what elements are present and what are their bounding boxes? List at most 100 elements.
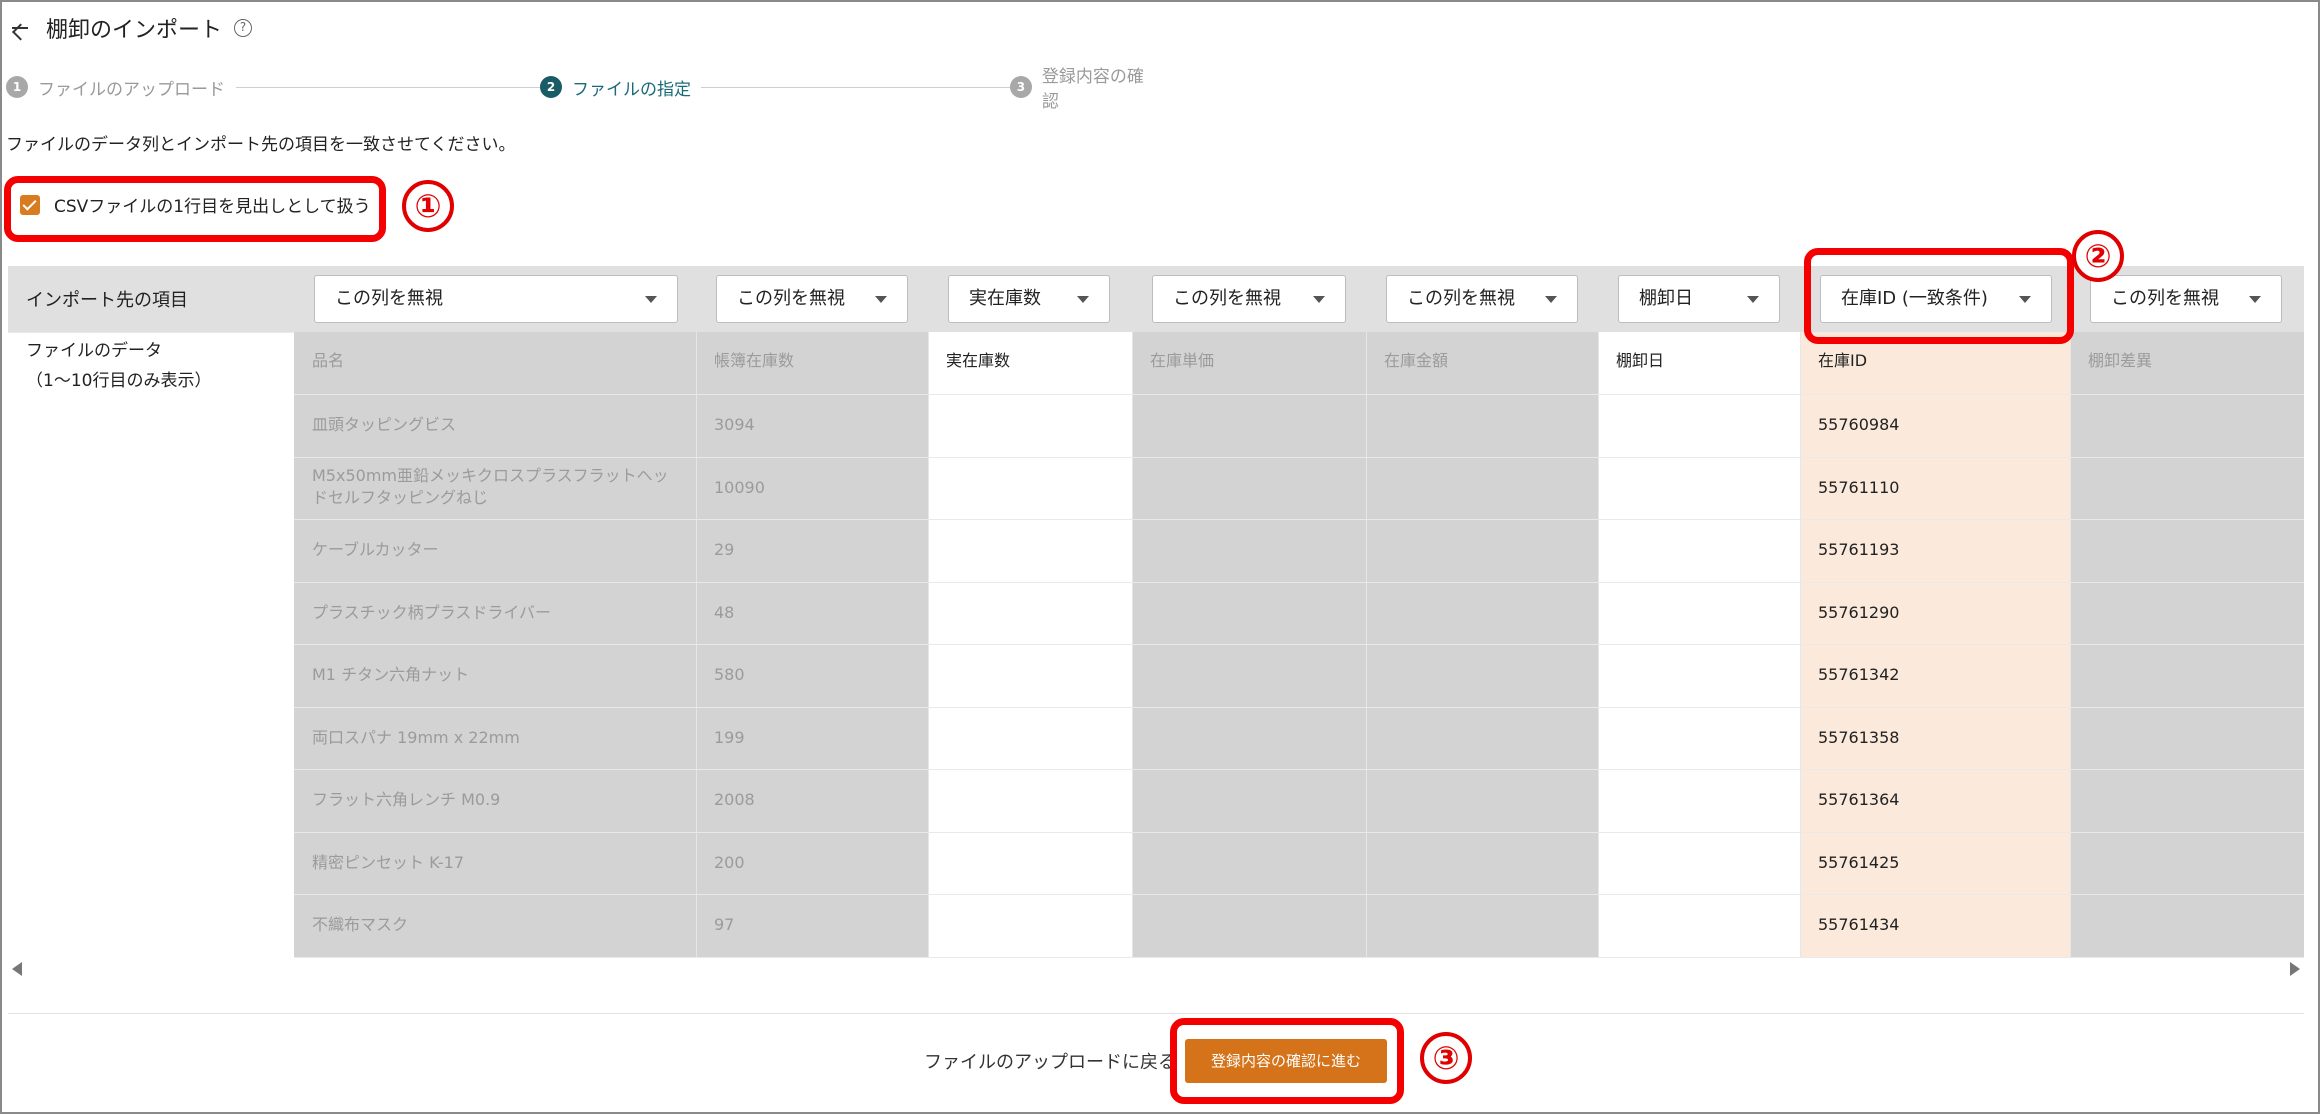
table-cell: 55760984: [1818, 415, 1900, 434]
column-header-cell: 棚卸差異: [2088, 351, 2153, 370]
file-data-label-column: ファイルのデータ （1〜10行目のみ表示）: [8, 332, 294, 958]
table-cell: 55761434: [1818, 915, 1900, 934]
dropdown-caret-icon: [1545, 296, 1557, 303]
row-divider: [294, 769, 2304, 770]
row-divider: [8, 332, 294, 333]
help-icon[interactable]: ?: [234, 19, 253, 37]
table-cell: 3094: [714, 415, 755, 434]
step-label: 登録内容の確認: [1041, 67, 1144, 112]
page-title: 棚卸のインポート: [46, 18, 223, 43]
annotation-number-3: ③: [1420, 1032, 1472, 1084]
step-number: 1: [6, 76, 28, 98]
table-cell: 48: [714, 602, 735, 622]
column-divider: [1800, 332, 1801, 958]
table-cell: 55761364: [1818, 790, 1900, 809]
column-header-cell: 実在庫数: [946, 351, 1011, 370]
annotation-box-2: [1804, 248, 2074, 344]
page-header: 棚卸のインポート ?: [8, 10, 253, 46]
dropdown-caret-icon: [2249, 296, 2261, 303]
data-column: 帳簿在庫数 3094 10090 29 48 580 199 2008 200 97: [696, 332, 928, 958]
data-column: 実在庫数: [928, 332, 1132, 958]
table-cell: M5x50mm亜鉛メッキクロスプラスフラットヘッドセルフタッピングねじ: [312, 465, 669, 507]
column-mapping-select[interactable]: この列を無視: [2090, 275, 2282, 323]
dropdown-caret-icon: [1747, 296, 1759, 303]
table-cell: M1 チタン六角ナット: [312, 665, 470, 684]
row-divider: [294, 831, 2304, 833]
row-divider: [294, 394, 2304, 395]
scroll-left-arrow-icon[interactable]: [12, 962, 22, 976]
step-confirm: 3 登録内容の確認: [1010, 67, 1170, 112]
column-header-cell: 在庫単価: [1150, 351, 1215, 370]
table-cell: 不織布マスク: [312, 915, 409, 934]
table-cell: 580: [714, 665, 745, 684]
back-to-upload-link[interactable]: ファイルのアップロードに戻る: [924, 1048, 1176, 1074]
back-arrow-icon[interactable]: [8, 14, 36, 42]
file-data-title: ファイルのデータ: [26, 341, 162, 361]
data-column: 在庫ID 55760984 55761110 55761193 55761290 5576…: [1800, 332, 2070, 958]
table-cell: 55761290: [1818, 602, 1900, 622]
row-divider: [294, 644, 2304, 645]
row-divider: [294, 894, 2304, 895]
table-cell: フラット六角レンチ M0.9: [312, 790, 501, 809]
select-value: 棚卸日: [1639, 288, 1693, 309]
step-label: ファイルの指定: [572, 79, 691, 100]
select-value: この列を無視: [737, 288, 845, 309]
table-cell: 55761110: [1818, 477, 1900, 497]
window-frame: 棚卸のインポート ? 1 ファイルのアップロード 2 ファイルの指定 3 登録内…: [0, 0, 2320, 1114]
table-cell: 10090: [714, 477, 765, 497]
data-column: 棚卸差異: [2070, 332, 2304, 958]
step-specify: 2 ファイルの指定: [540, 74, 701, 100]
column-divider: [1132, 332, 1133, 958]
column-header-cell: 帳簿在庫数: [714, 351, 795, 370]
column-mapping-select[interactable]: 棚卸日: [1618, 275, 1780, 323]
file-data-note: （1〜10行目のみ表示）: [26, 371, 212, 391]
table-cell: 皿頭タッピングビス: [312, 415, 457, 434]
column-header-cell: 棚卸日: [1616, 351, 1665, 370]
data-column: 在庫単価: [1132, 332, 1366, 958]
table-cell: プラスチック柄プラスドライバー: [312, 602, 552, 622]
column-header-cell: 品名: [312, 351, 345, 370]
column-mapping-select[interactable]: 実在庫数: [948, 275, 1110, 323]
table-cell: 両口スパナ 19mm x 22mm: [312, 727, 520, 747]
step-number: 2: [540, 76, 562, 98]
dropdown-caret-icon: [645, 296, 657, 303]
select-value: この列を無視: [1173, 288, 1281, 309]
select-value: この列を無視: [1407, 288, 1515, 309]
data-column: 在庫金額: [1366, 332, 1598, 958]
table-cell: 29: [714, 540, 735, 559]
dropdown-caret-icon: [1313, 296, 1325, 303]
column-header-cell: 在庫ID: [1818, 351, 1868, 370]
row-divider: [294, 581, 2304, 583]
annotation-box-1: [4, 176, 386, 242]
select-value: この列を無視: [335, 288, 443, 309]
select-value: 実在庫数: [969, 288, 1041, 309]
annotation-number-2: ②: [2072, 230, 2124, 282]
footer-divider: [8, 1013, 2304, 1014]
target-field-label: インポート先の項目: [26, 290, 188, 311]
table-cell: 55761425: [1818, 852, 1900, 872]
column-header-cell: 在庫金額: [1384, 351, 1449, 370]
select-value: この列を無視: [2111, 288, 2219, 309]
column-divider: [1598, 332, 1599, 958]
horizontal-scrollbar[interactable]: [8, 958, 2304, 980]
step-label: ファイルのアップロード: [38, 79, 225, 100]
stepper-connector: [236, 87, 566, 88]
table-cell: 精密ピンセット K-17: [312, 852, 465, 872]
column-mapping-select[interactable]: この列を無視: [314, 275, 678, 323]
column-divider: [2070, 332, 2071, 958]
column-mapping-select[interactable]: この列を無視: [1152, 275, 1346, 323]
column-mapping-select[interactable]: この列を無視: [716, 275, 908, 323]
table-cell: 55761342: [1818, 665, 1900, 684]
column-mapping-select[interactable]: この列を無視: [1386, 275, 1578, 323]
column-divider: [928, 332, 929, 958]
column-divider: [696, 332, 697, 958]
data-column: 棚卸日: [1598, 332, 1800, 958]
annotation-box-3: [1170, 1018, 1404, 1104]
step-number: 3: [1010, 76, 1032, 98]
row-divider: [294, 456, 2304, 458]
table-cell: 55761193: [1818, 540, 1900, 559]
column-mapping-table: インポート先の項目 ファイルのデータ （1〜10行目のみ表示） この列を無視品名…: [8, 266, 2304, 958]
table-cell: 199: [714, 727, 745, 747]
dropdown-caret-icon: [1077, 296, 1089, 303]
scroll-right-arrow-icon[interactable]: [2290, 962, 2300, 976]
